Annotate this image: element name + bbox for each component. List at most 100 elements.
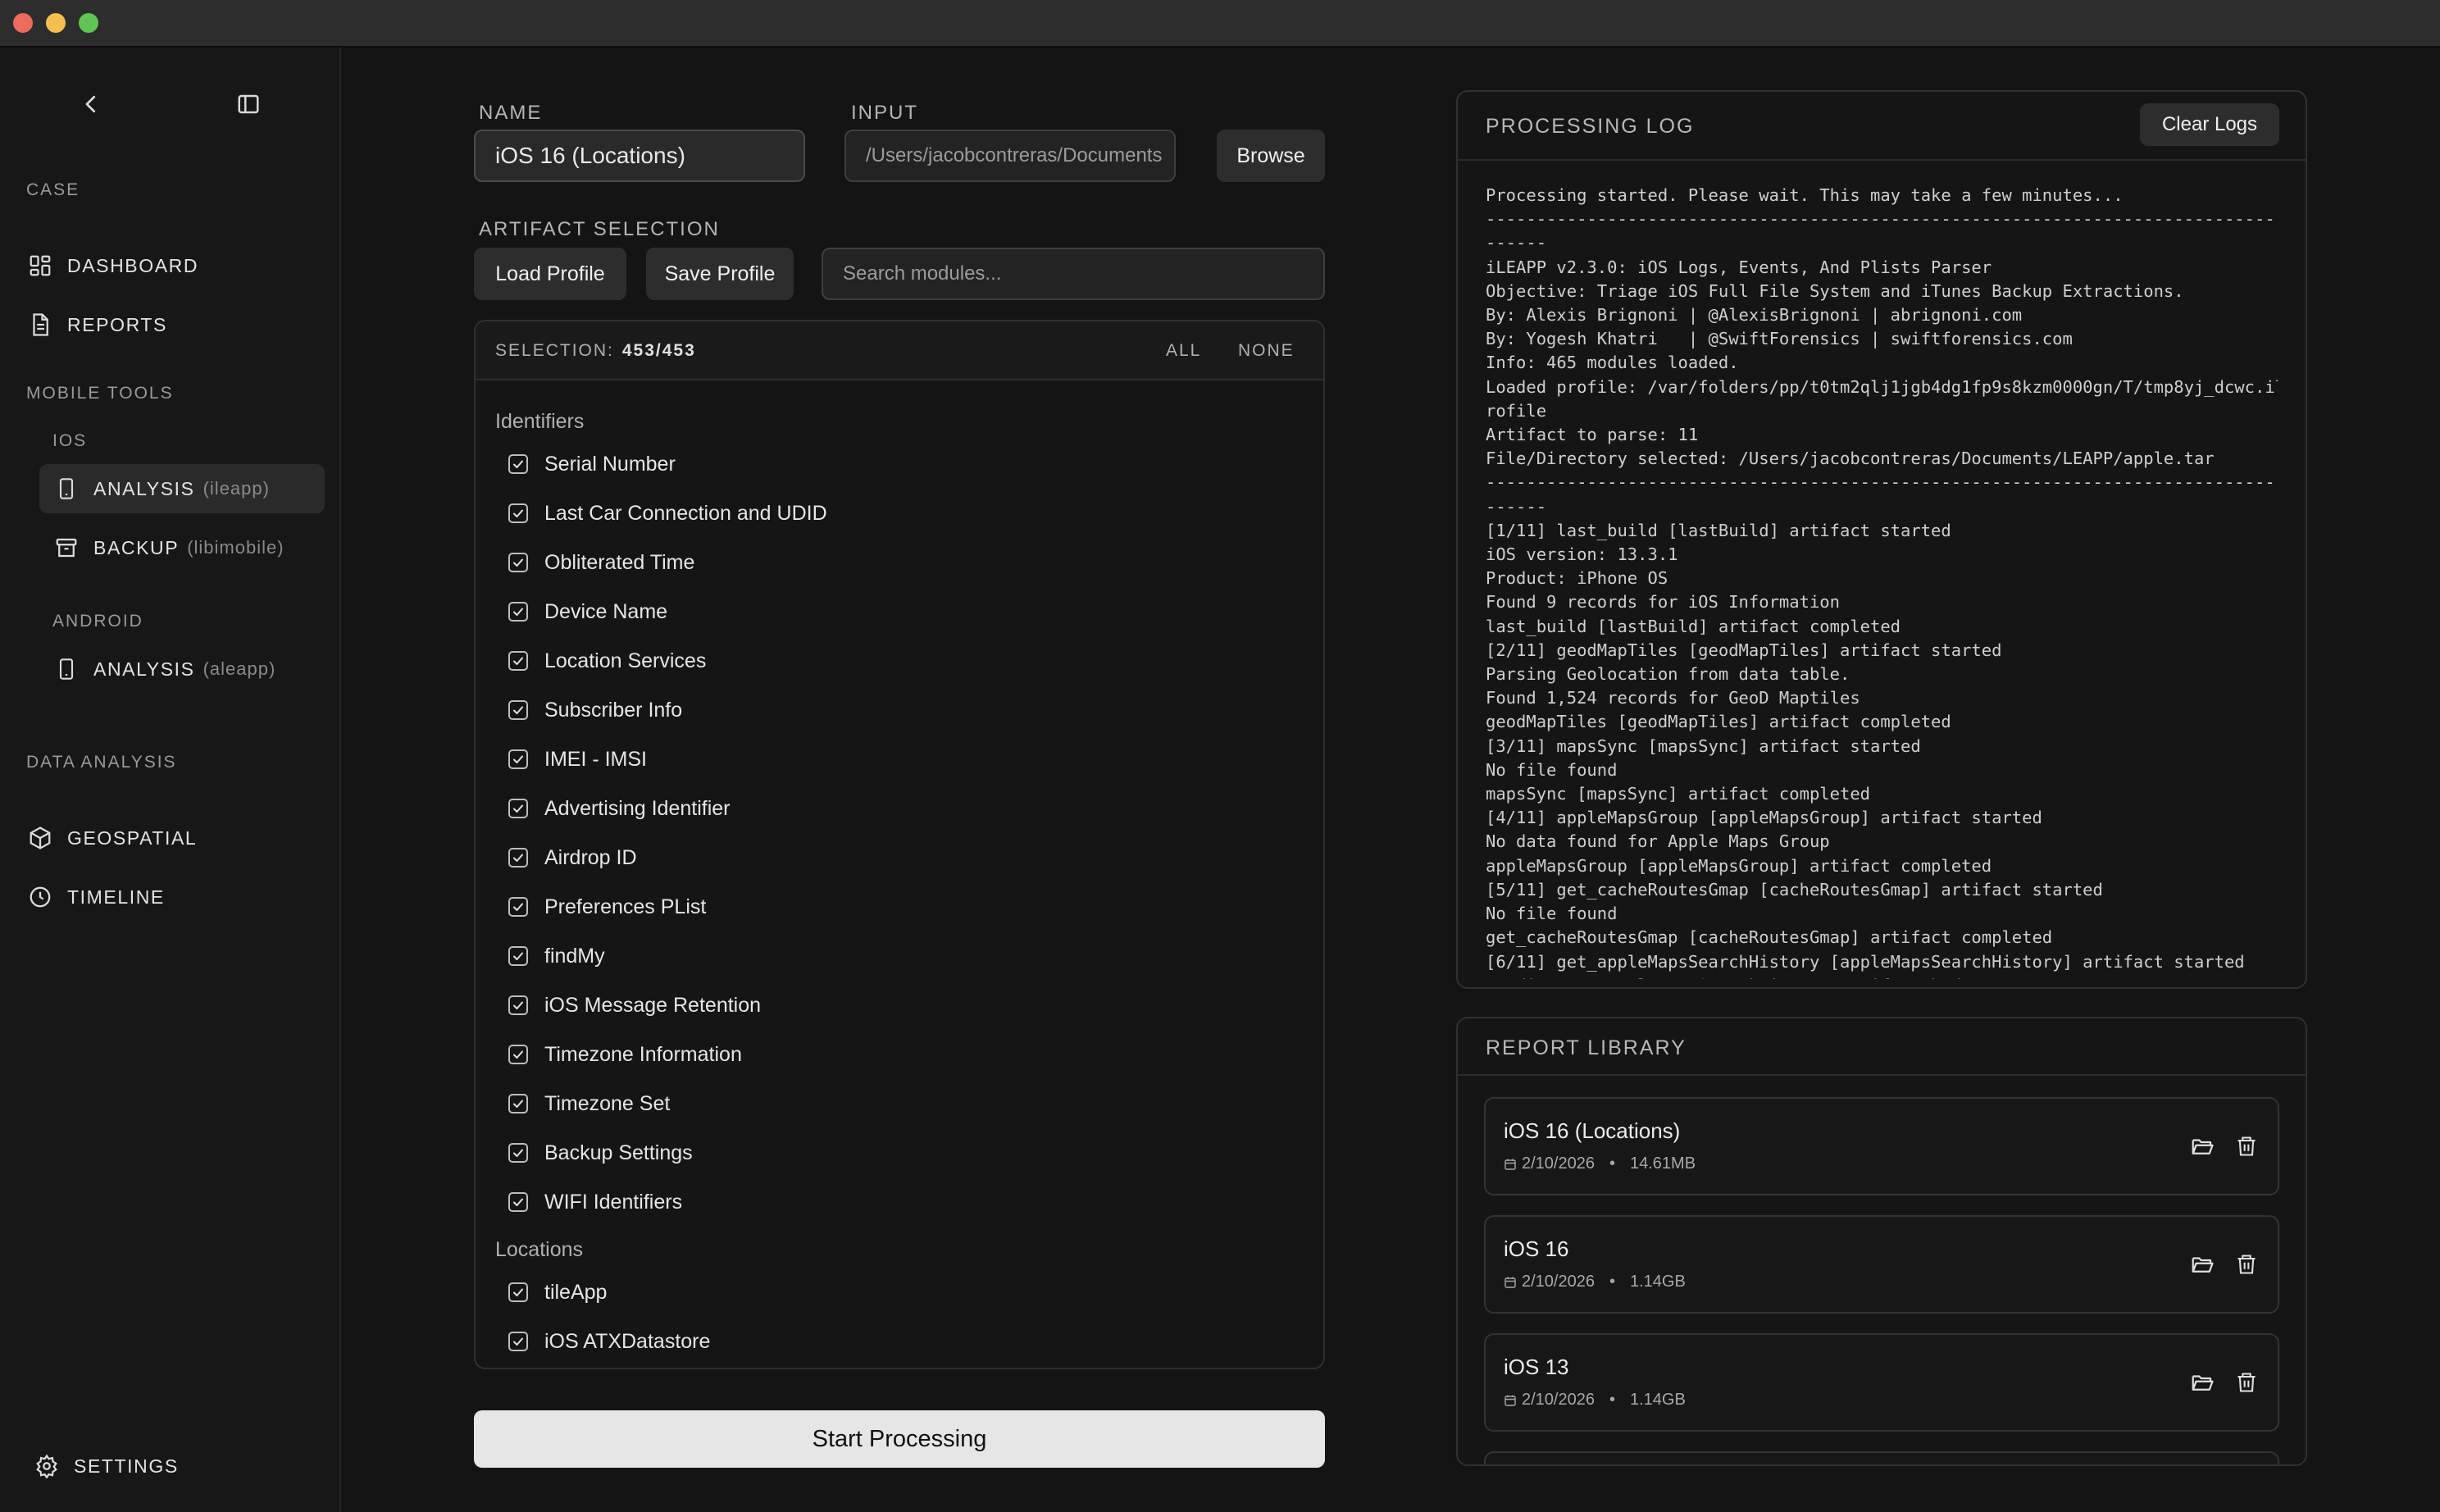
checkbox-checked-icon[interactable] [508, 848, 528, 868]
artifact-checkbox-row[interactable]: Obliterated Time [508, 546, 694, 579]
log-line: iLEAPP v2.3.0: iOS Logs, Events, And Pli… [1486, 257, 1992, 277]
separator-dot: • [1609, 1273, 1615, 1291]
calendar-icon [1504, 1394, 1517, 1407]
checkbox-checked-icon[interactable] [508, 799, 528, 818]
log-line: Found 9 records for iOS Information [1486, 592, 1840, 613]
artifact-list[interactable]: Identifiers Serial Number Last Car Connect… [476, 382, 1323, 1358]
sidebar-item-timeline[interactable]: TIMELINE [26, 872, 165, 922]
back-chevron-icon[interactable] [79, 92, 103, 116]
close-window-button[interactable] [13, 13, 33, 33]
trash-icon[interactable] [2232, 1132, 2261, 1161]
checkbox-checked-icon[interactable] [508, 749, 528, 769]
sidebar-item-android-analysis[interactable]: ANALYSIS (aleapp) [52, 644, 275, 694]
load-profile-button[interactable]: Load Profile [474, 248, 626, 300]
artifact-label: Subscriber Info [544, 698, 683, 722]
log-line: No data found for Apple Maps Group [1486, 831, 1830, 852]
checkbox-checked-icon[interactable] [508, 651, 528, 671]
artifact-checkbox-row[interactable]: Advertising Identifier [508, 792, 731, 825]
artifact-checkbox-row[interactable]: Serial Number [508, 448, 676, 480]
report-meta: 2/10/2026 • 1.14GB [1504, 1273, 1686, 1291]
checkbox-checked-icon[interactable] [508, 1045, 528, 1064]
zoom-window-button[interactable] [79, 13, 98, 33]
checkbox-checked-icon[interactable] [508, 946, 528, 966]
artifact-label: Location Services [544, 649, 707, 672]
artifact-label: iOS Message Retention [544, 993, 762, 1017]
separator-dot: • [1609, 1154, 1615, 1173]
checkbox-checked-icon[interactable] [508, 503, 528, 523]
report-card[interactable]: iOS 13 2/10/2026 • 1.14GB [1484, 1333, 2279, 1432]
checkbox-checked-icon[interactable] [508, 700, 528, 720]
minimize-window-button[interactable] [46, 13, 66, 33]
sidebar-item-ios-backup[interactable]: BACKUP (libimobile) [52, 523, 285, 572]
log-line: ----------------------------------------… [1486, 472, 2278, 493]
report-size: 14.61MB [1630, 1154, 1696, 1173]
checkbox-checked-icon[interactable] [508, 1192, 528, 1212]
start-processing-button[interactable]: Start Processing [474, 1410, 1325, 1468]
select-none-link[interactable]: NONE [1238, 341, 1295, 361]
artifact-label: Last Car Connection and UDID [544, 501, 827, 525]
artifact-checkbox-row[interactable]: IMEI - IMSI [508, 743, 647, 776]
open-folder-icon[interactable] [2187, 1132, 2217, 1161]
artifact-checkbox-row[interactable]: Device Name [508, 595, 667, 628]
browse-button[interactable]: Browse [1217, 130, 1325, 182]
clear-logs-button[interactable]: Clear Logs [2140, 103, 2279, 146]
report-card[interactable]: iOS 16 2/10/2026 • 1.14GB [1484, 1215, 2279, 1314]
artifact-checkbox-row[interactable]: Subscriber Info [508, 694, 682, 726]
sidebar-item-reports[interactable]: REPORTS [26, 300, 167, 349]
open-folder-icon[interactable] [2187, 1368, 2217, 1397]
report-library-title: REPORT LIBRARY [1486, 1036, 1687, 1059]
clock-icon [26, 883, 54, 911]
artifact-checkbox-row[interactable]: Backup Settings [508, 1136, 693, 1169]
artifact-checkbox-row[interactable]: iOS Message Retention [508, 989, 761, 1022]
artifact-checkbox-row[interactable]: findMy [508, 940, 605, 972]
log-line: rofile [1486, 400, 1547, 421]
name-label: NAME [479, 102, 543, 124]
log-header: PROCESSING LOG Clear Logs [1458, 92, 2306, 161]
input-label: INPUT [851, 102, 918, 124]
archive-icon [52, 534, 80, 562]
checkbox-checked-icon[interactable] [508, 454, 528, 474]
sidebar-item-ios-analysis[interactable]: ANALYSIS (ileapp) [39, 464, 325, 513]
save-profile-button[interactable]: Save Profile [646, 248, 794, 300]
sidebar-item-label: SETTINGS [74, 1455, 179, 1477]
artifact-checkbox-row[interactable]: Preferences PList [508, 890, 706, 923]
open-folder-icon[interactable] [2187, 1250, 2217, 1279]
sidebar-item-dashboard[interactable]: DASHBOARD [26, 241, 198, 290]
select-all-link[interactable]: ALL [1166, 341, 1201, 361]
artifact-checkbox-row[interactable]: tileApp [508, 1276, 607, 1309]
processing-log-title: PROCESSING LOG [1486, 115, 1695, 138]
log-output[interactable]: Processing started. Please wait. This ma… [1486, 184, 2278, 979]
report-name: iOS 16 [1504, 1236, 1569, 1261]
processing-log-panel: PROCESSING LOG Clear Logs Processing sta… [1456, 90, 2307, 989]
input-path-field[interactable]: /Users/jacobcontreras/Documents [844, 130, 1176, 182]
artifact-checkbox-row[interactable]: Timezone Set [508, 1087, 670, 1120]
checkbox-checked-icon[interactable] [508, 602, 528, 622]
checkbox-checked-icon[interactable] [508, 1143, 528, 1163]
checkbox-checked-icon[interactable] [508, 1332, 528, 1351]
checkbox-checked-icon[interactable] [508, 897, 528, 917]
report-card[interactable]: iOS 16 (Locations) 2/10/2026 • 14.61MB [1484, 1097, 2279, 1195]
sidebar-toggle-icon[interactable] [236, 92, 261, 116]
search-modules-input[interactable]: Search modules... [822, 248, 1325, 300]
log-line: ----------------------------------------… [1486, 209, 2278, 230]
artifact-checkbox-row[interactable]: Location Services [508, 644, 706, 677]
sidebar-item-settings[interactable]: SETTINGS [33, 1441, 179, 1491]
artifact-checkbox-row[interactable]: iOS ATXDatastore [508, 1325, 710, 1358]
checkbox-checked-icon[interactable] [508, 553, 528, 572]
checkbox-checked-icon[interactable] [508, 995, 528, 1015]
artifact-checkbox-row[interactable]: WIFI Identifiers [508, 1186, 682, 1218]
report-name-input[interactable]: iOS 16 (Locations) [474, 130, 805, 182]
sidebar-item-geospatial[interactable]: GEOSPATIAL [26, 813, 197, 863]
trash-icon[interactable] [2232, 1368, 2261, 1397]
log-line: Loaded profile: /var/folders/pp/t0tm2qlj… [1486, 376, 2278, 397]
trash-icon[interactable] [2232, 1250, 2261, 1279]
checkbox-checked-icon[interactable] [508, 1094, 528, 1114]
separator-dot: • [1609, 1391, 1615, 1409]
cube-icon [26, 824, 54, 852]
artifact-checkbox-row[interactable]: Last Car Connection and UDID [508, 497, 827, 530]
artifact-checkbox-row[interactable]: Timezone Information [508, 1038, 742, 1071]
artifact-checkbox-row[interactable]: Airdrop ID [508, 841, 637, 874]
checkbox-checked-icon[interactable] [508, 1282, 528, 1302]
sidebar-item-tool: (ileapp) [203, 478, 270, 499]
group-title: Locations [495, 1238, 584, 1261]
